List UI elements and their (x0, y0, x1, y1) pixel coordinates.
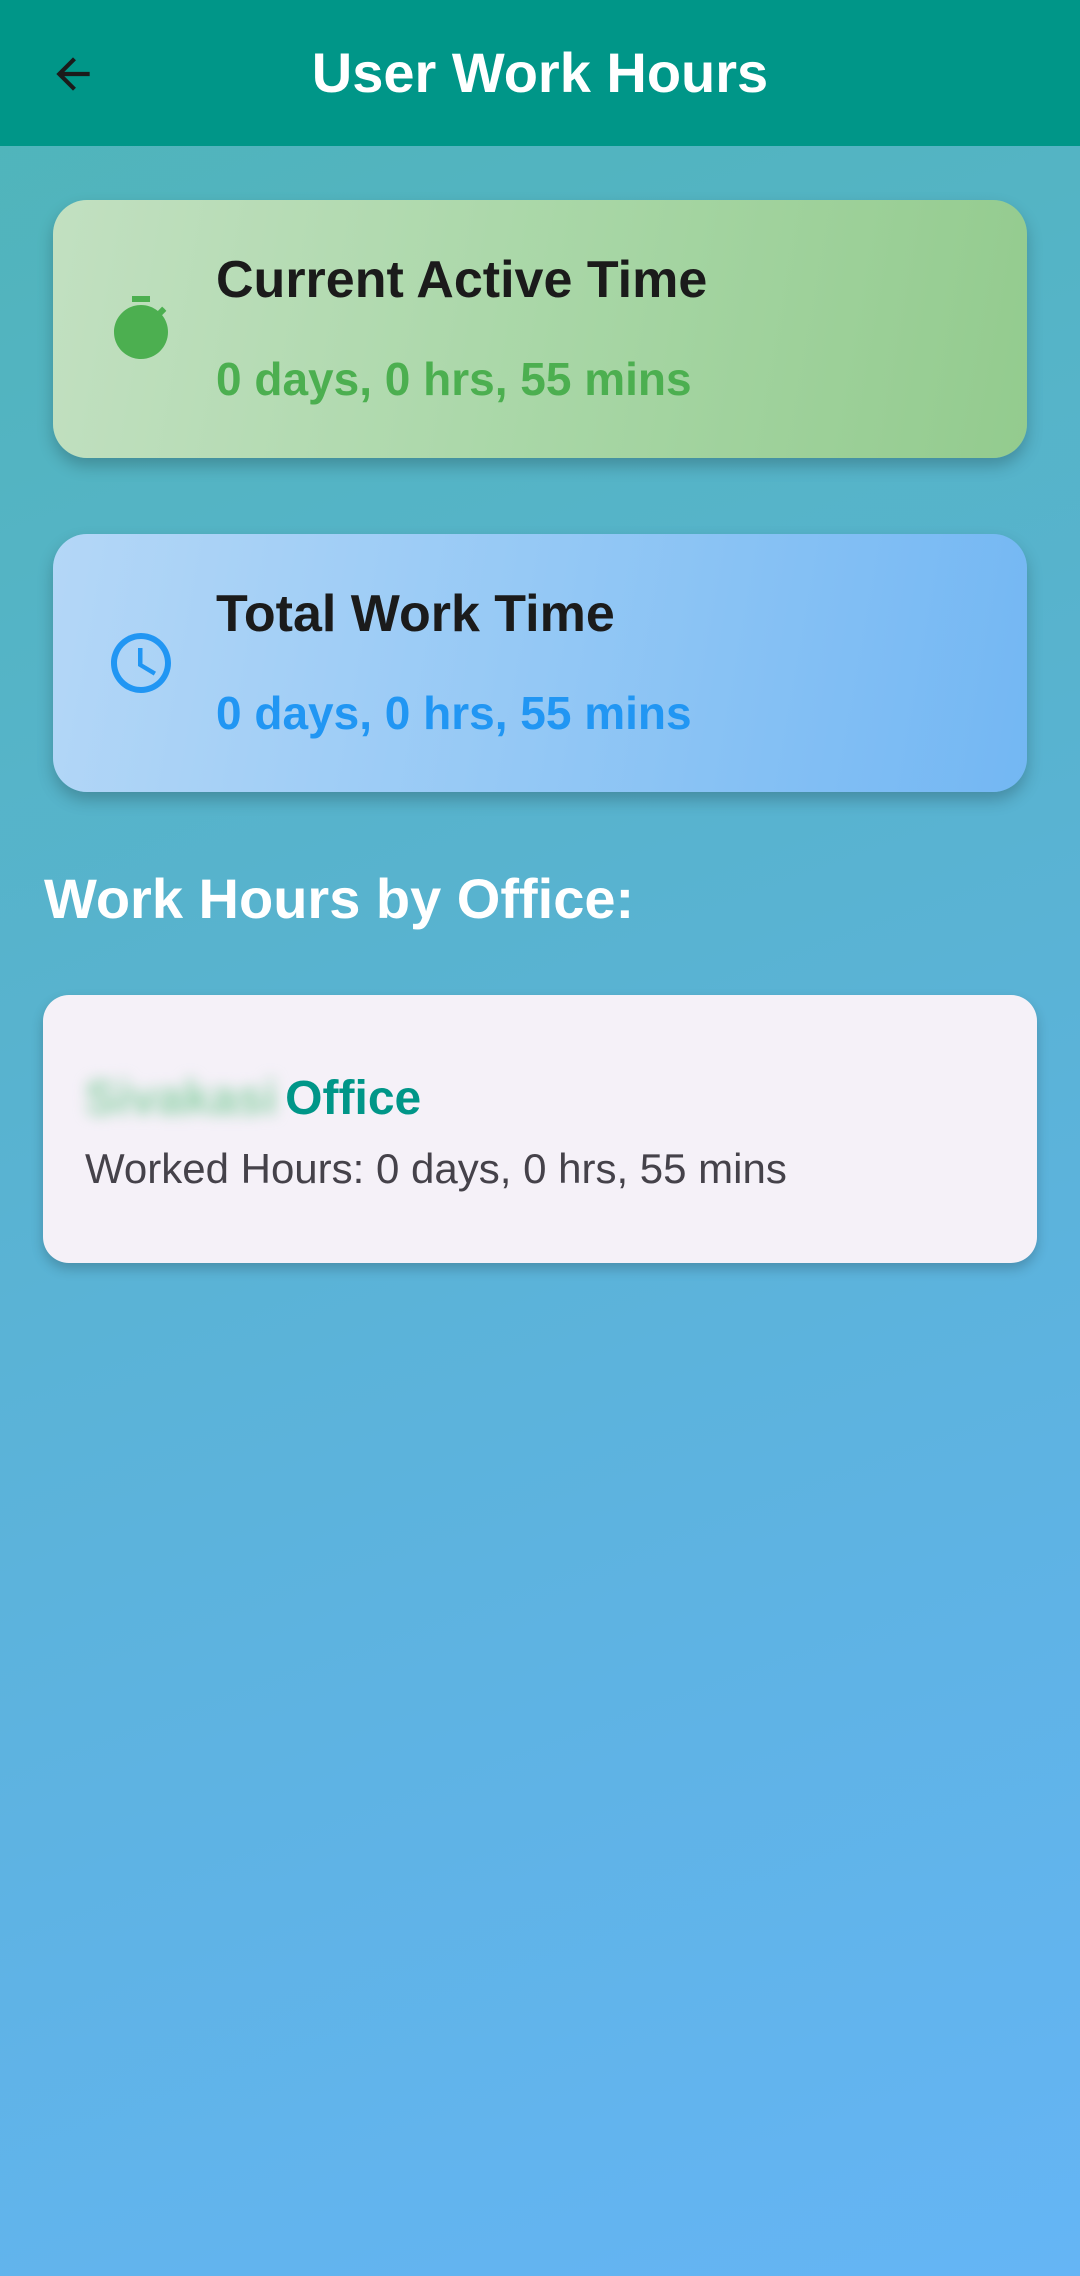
clock-icon (98, 620, 184, 706)
office-worked-hours: Worked Hours: 0 days, 0 hrs, 55 mins (85, 1145, 787, 1192)
office-card[interactable]: Sivakasi Office Worked Hours: 0 days, 0 h… (43, 995, 1037, 1263)
total-work-time-value: 0 days, 0 hrs, 55 mins (216, 687, 692, 739)
office-name-blurred: Sivakasi (85, 1072, 278, 1125)
current-active-time-label: Current Active Time (216, 251, 708, 309)
total-work-time-label: Total Work Time (216, 585, 615, 643)
page-title: User Work Hours (311, 41, 769, 104)
office-name: Sivakasi Office (85, 1071, 421, 1126)
arrow-left-icon (56, 57, 90, 91)
office-name-suffix: Office (285, 1072, 422, 1125)
back-button[interactable] (30, 36, 116, 112)
stopwatch-icon (98, 286, 184, 372)
office-section-heading: Work Hours by Office: (44, 867, 635, 930)
app-bar: User Work Hours (0, 0, 1080, 146)
current-active-time-value: 0 days, 0 hrs, 55 mins (216, 353, 692, 405)
total-work-time-card: Total Work Time 0 days, 0 hrs, 55 mins (53, 534, 1027, 792)
current-active-time-card: Current Active Time 0 days, 0 hrs, 55 mi… (53, 200, 1027, 458)
